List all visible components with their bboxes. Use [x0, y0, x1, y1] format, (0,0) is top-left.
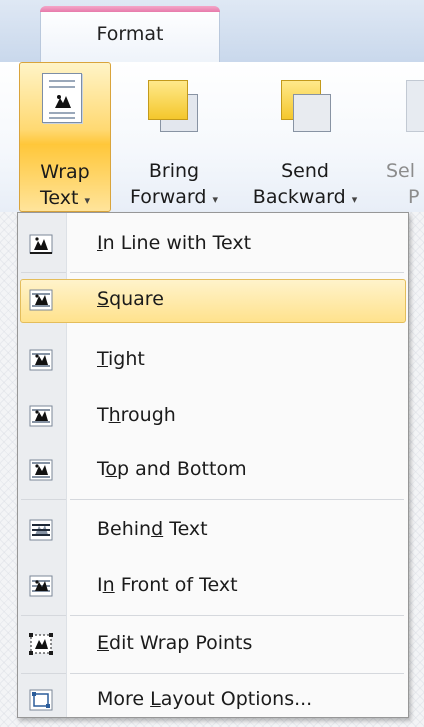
menu-item-label: More Layout Options... — [97, 688, 313, 710]
menu-item-tight[interactable]: Tight — [20, 337, 406, 385]
tab-format[interactable]: Format — [40, 6, 220, 64]
send-backward-label-1: Send — [281, 160, 329, 182]
wrap-text-menu: In Line with Text Square Tight Through T… — [17, 212, 409, 718]
menu-item-top-and-bottom[interactable]: Top and Bottom — [20, 447, 406, 495]
in-line-with-text-icon — [29, 234, 53, 254]
selection-pane-icon — [406, 80, 424, 132]
menu-item-square[interactable]: Square — [20, 277, 406, 325]
menu-item-label: Edit Wrap Points — [97, 632, 253, 654]
dropdown-arrow-icon: ▾ — [84, 194, 90, 207]
dropdown-arrow-icon: ▾ — [212, 193, 218, 206]
menu-item-label: Behind Text — [97, 518, 208, 540]
menu-item-label: Tight — [97, 348, 145, 370]
bring-forward-button[interactable]: Bring Forward ▾ — [116, 62, 232, 214]
menu-item-label: In Front of Text — [97, 574, 238, 596]
bring-forward-icon — [148, 80, 200, 134]
through-wrap-icon — [29, 405, 53, 427]
behind-text-icon — [29, 519, 53, 541]
selection-pane-button[interactable]: Sel P — [376, 62, 424, 214]
bring-forward-label-2: Forward ▾ — [130, 186, 218, 208]
send-backward-button[interactable]: Send Backward ▾ — [237, 62, 373, 214]
tab-format-label: Format — [96, 23, 164, 45]
edit-wrap-points-icon — [29, 633, 53, 655]
menu-item-label: Square — [97, 288, 164, 310]
menu-item-in-line-with-text[interactable]: In Line with Text — [20, 221, 406, 269]
selection-pane-label-1: Sel — [386, 160, 416, 182]
menu-item-through[interactable]: Through — [20, 393, 406, 441]
wrap-text-button[interactable]: Wrap Text ▾ — [19, 62, 111, 212]
more-layout-options-icon — [29, 689, 53, 711]
menu-item-label: Through — [97, 404, 176, 426]
wrap-text-label-2: Text ▾ — [39, 187, 90, 209]
menu-item-edit-wrap-points[interactable]: Edit Wrap Points — [20, 621, 406, 669]
menu-item-more-layout-options[interactable]: More Layout Options... — [20, 677, 406, 725]
top-and-bottom-icon — [29, 459, 53, 481]
menu-item-label: Top and Bottom — [97, 458, 247, 480]
dropdown-arrow-icon: ▾ — [351, 193, 358, 206]
wrapped-picture-icon — [55, 95, 71, 108]
send-backward-icon — [281, 80, 333, 134]
in-front-of-text-icon — [29, 575, 53, 597]
send-backward-label-2: Backward ▾ — [252, 186, 358, 208]
wrap-text-page-icon — [42, 73, 82, 123]
bring-forward-label-1: Bring — [148, 160, 200, 182]
tight-wrap-icon — [29, 349, 53, 371]
wrap-text-label-1: Wrap — [40, 161, 90, 183]
square-wrap-icon — [29, 289, 53, 311]
selection-pane-label-2: P — [408, 186, 420, 208]
menu-item-label: In Line with Text — [97, 232, 252, 254]
menu-item-behind-text[interactable]: Behind Text — [20, 507, 406, 555]
menu-item-highlight — [20, 279, 406, 323]
menu-item-in-front-of-text[interactable]: In Front of Text — [20, 563, 406, 611]
